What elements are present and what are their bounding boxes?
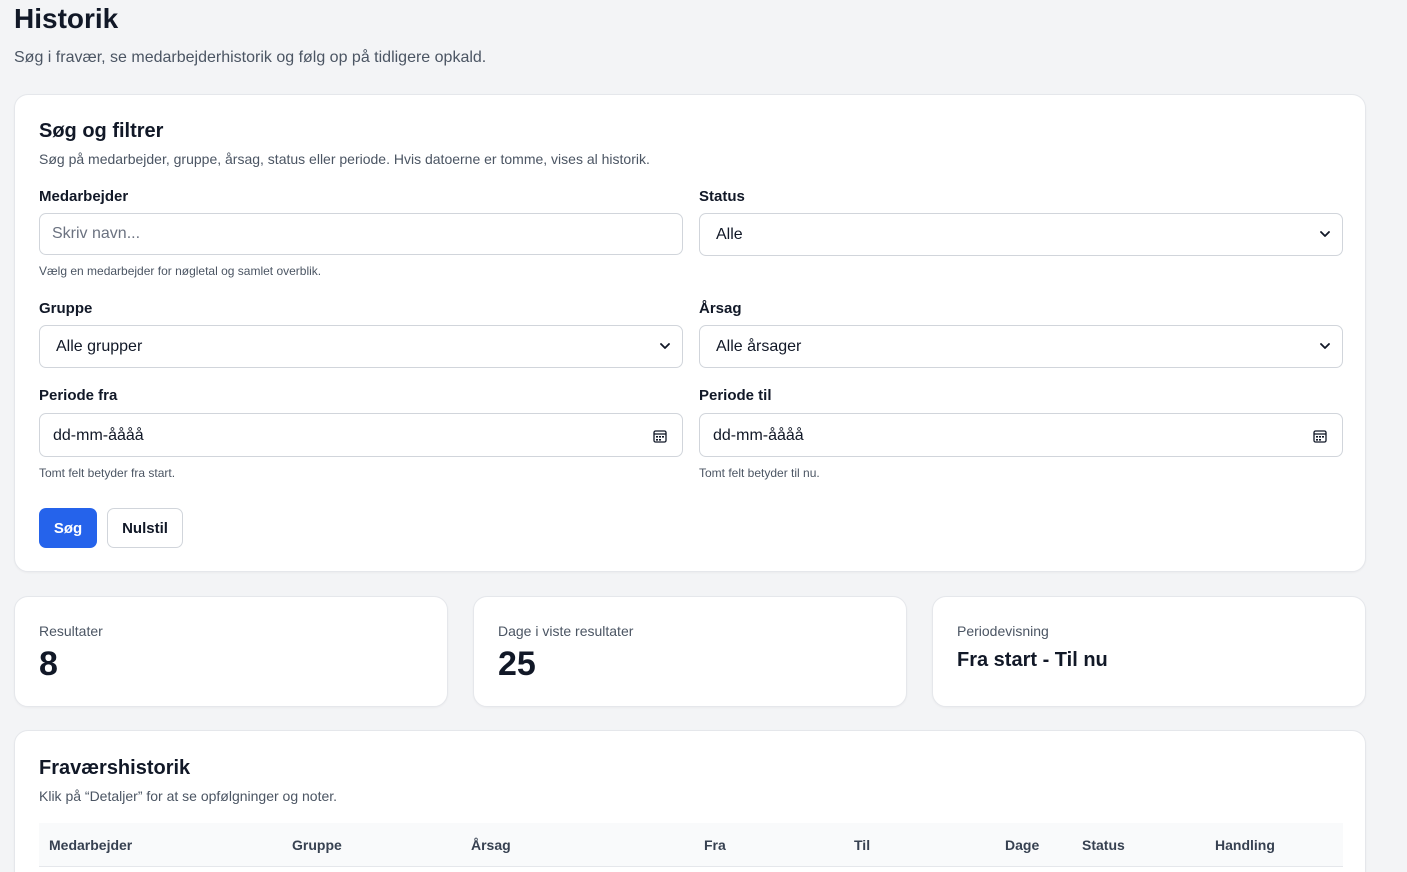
stat-card-period: Periodevisning Fra start - Til nu xyxy=(932,596,1366,707)
reason-select-value: Alle årsager xyxy=(716,338,802,355)
stat-value-period: Fra start - Til nu xyxy=(957,649,1108,671)
period-to-label: Periode til xyxy=(699,387,772,404)
calendar-icon[interactable] xyxy=(653,429,667,443)
history-title: Fraværshistorik xyxy=(39,757,191,779)
column-header-days: Dage xyxy=(1005,837,1040,853)
employee-search-input[interactable] xyxy=(39,213,683,255)
stat-card-days: Dage i viste resultater 25 xyxy=(473,596,907,707)
status-select[interactable]: Alle xyxy=(699,213,1343,256)
calendar-icon[interactable] xyxy=(1313,429,1327,443)
period-from-help: Tomt felt betyder fra start. xyxy=(39,466,176,480)
column-header-reason: Årsag xyxy=(471,837,511,853)
stat-value-days: 25 xyxy=(498,645,536,683)
history-description: Klik på “Detaljer” for at se opfølgninge… xyxy=(39,788,338,804)
stat-label-results: Resultater xyxy=(39,623,103,639)
history-table-header: Medarbejder Gruppe Årsag Fra Til Dage St… xyxy=(39,823,1343,867)
stat-label-days: Dage i viste resultater xyxy=(498,623,634,639)
period-from-value: dd-mm-åååå xyxy=(53,427,144,444)
column-header-from: Fra xyxy=(704,837,726,853)
stat-card-results: Resultater 8 xyxy=(14,596,448,707)
page-title: Historik xyxy=(14,3,119,34)
column-header-group: Gruppe xyxy=(292,837,342,853)
period-from-label: Periode fra xyxy=(39,387,118,404)
status-select-value: Alle xyxy=(716,226,743,243)
filter-card: Søg og filtrer Søg på medarbejder, grupp… xyxy=(14,94,1366,572)
search-button[interactable]: Søg xyxy=(39,508,97,548)
stat-value-results: 8 xyxy=(39,645,58,683)
chevron-down-icon xyxy=(1320,343,1330,349)
stat-label-period: Periodevisning xyxy=(957,623,1049,639)
column-header-employee: Medarbejder xyxy=(49,837,133,853)
column-header-status: Status xyxy=(1082,837,1125,853)
page-subtitle: Søg i fravær, se medarbejderhistorik og … xyxy=(14,49,487,66)
employee-label: Medarbejder xyxy=(39,188,129,205)
status-label: Status xyxy=(699,188,745,205)
group-label: Gruppe xyxy=(39,300,93,317)
reason-select[interactable]: Alle årsager xyxy=(699,325,1343,368)
group-select[interactable]: Alle grupper xyxy=(39,325,683,368)
filter-title: Søg og filtrer xyxy=(39,120,164,142)
period-from-input[interactable]: dd-mm-åååå xyxy=(39,413,683,457)
employee-help: Vælg en medarbejder for nøgletal og saml… xyxy=(39,264,322,278)
period-to-input[interactable]: dd-mm-åååå xyxy=(699,413,1343,457)
reset-button[interactable]: Nulstil xyxy=(107,508,183,548)
chevron-down-icon xyxy=(660,343,670,349)
period-to-help: Tomt felt betyder til nu. xyxy=(699,466,820,480)
filter-description: Søg på medarbejder, gruppe, årsag, statu… xyxy=(39,151,650,167)
column-header-to: Til xyxy=(854,837,871,853)
period-to-value: dd-mm-åååå xyxy=(713,427,804,444)
column-header-action: Handling xyxy=(1215,837,1275,853)
group-select-value: Alle grupper xyxy=(56,338,143,355)
history-card: Fraværshistorik Klik på “Detaljer” for a… xyxy=(14,730,1366,872)
chevron-down-icon xyxy=(1320,231,1330,237)
reason-label: Årsag xyxy=(699,300,742,317)
